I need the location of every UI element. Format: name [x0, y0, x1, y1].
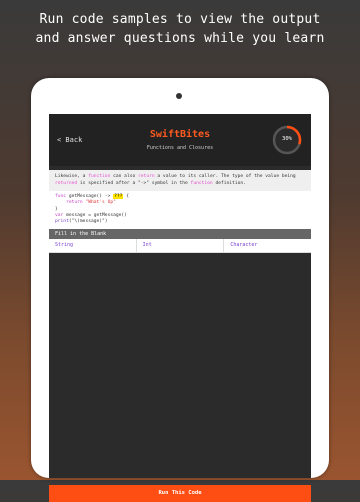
code-function: print: [55, 219, 69, 225]
promo-line-2: and answer questions while you learn: [35, 31, 325, 46]
option-int[interactable]: Int: [137, 239, 225, 252]
promo-line-1: Run code samples to view the output: [39, 12, 321, 27]
desc-keyword: returned: [55, 181, 78, 186]
desc-part: is specified after a "->" symbol in the: [77, 181, 191, 186]
desc-part: Likewise, a: [55, 174, 89, 179]
fill-in-blank-header: Fill in the Blank: [49, 229, 311, 239]
tablet-device: < Back SwiftBites Functions and Closures…: [31, 78, 329, 502]
desc-part: definition.: [212, 181, 246, 186]
desc-keyword: function: [88, 174, 111, 179]
desc-part: can also: [110, 174, 139, 179]
code-text: ("\(message)"): [68, 219, 108, 225]
code-text: message = getMessage(): [63, 212, 127, 218]
code-text: getMessage() ->: [66, 194, 114, 199]
answer-options: String Int Character: [49, 239, 311, 253]
code-line: print("\(message)"): [55, 219, 305, 225]
camera-icon: [176, 93, 182, 99]
lesson-description: Likewise, a function can also return a v…: [49, 170, 311, 191]
app-screen: < Back SwiftBites Functions and Closures…: [49, 114, 311, 478]
progress-label: 30%: [282, 136, 292, 142]
run-code-button[interactable]: Run This Code: [49, 485, 311, 502]
desc-keyword: return: [138, 174, 155, 179]
code-blank[interactable]: ???: [113, 194, 124, 199]
desc-keyword: function: [190, 181, 213, 186]
code-keyword: return: [55, 200, 83, 206]
option-character[interactable]: Character: [224, 239, 311, 252]
header: < Back SwiftBites Functions and Closures…: [49, 114, 311, 166]
code-string: "What's Up": [82, 200, 116, 206]
code-keyword: func: [55, 194, 67, 199]
promo-text: Run code samples to view the output and …: [0, 10, 360, 48]
code-text: {: [123, 194, 129, 199]
option-string[interactable]: String: [49, 239, 137, 252]
code-sample: func getMessage() -> ??? { return "What'…: [49, 191, 311, 229]
desc-part: a value to its caller. The type of the v…: [154, 174, 296, 179]
